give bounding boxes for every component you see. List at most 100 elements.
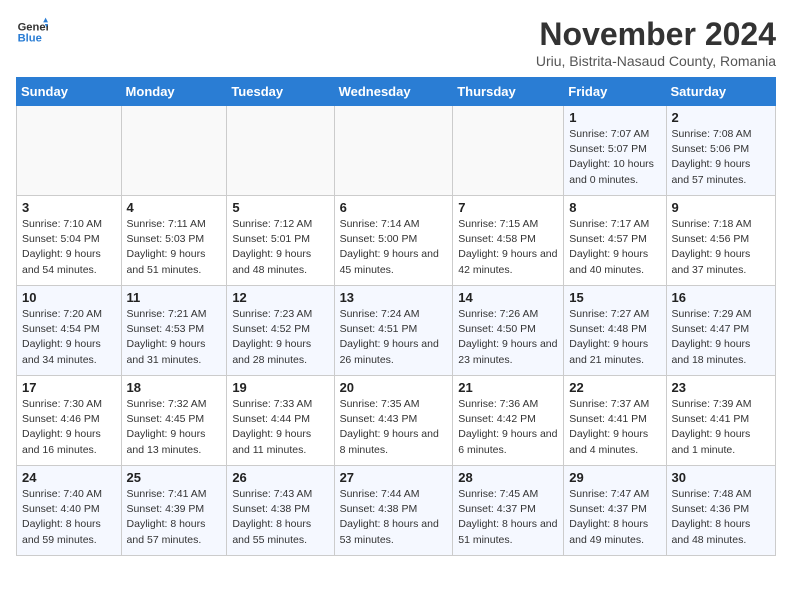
weekday-header-row: SundayMondayTuesdayWednesdayThursdayFrid… — [17, 78, 776, 106]
day-detail: Sunrise: 7:17 AM Sunset: 4:57 PM Dayligh… — [569, 217, 660, 278]
calendar-week-row: 3 Sunrise: 7:10 AM Sunset: 5:04 PM Daylig… — [17, 196, 776, 286]
day-detail: Sunrise: 7:45 AM Sunset: 4:37 PM Dayligh… — [458, 487, 558, 548]
calendar-cell: 22 Sunrise: 7:37 AM Sunset: 4:41 PM Dayli… — [564, 376, 666, 466]
day-detail: Sunrise: 7:14 AM Sunset: 5:00 PM Dayligh… — [340, 217, 448, 278]
calendar-cell: 19 Sunrise: 7:33 AM Sunset: 4:44 PM Dayli… — [227, 376, 334, 466]
logo: General Blue — [16, 16, 48, 48]
calendar-cell: 17 Sunrise: 7:30 AM Sunset: 4:46 PM Dayli… — [17, 376, 122, 466]
day-detail: Sunrise: 7:30 AM Sunset: 4:46 PM Dayligh… — [22, 397, 116, 458]
day-detail: Sunrise: 7:47 AM Sunset: 4:37 PM Dayligh… — [569, 487, 660, 548]
calendar-cell: 27 Sunrise: 7:44 AM Sunset: 4:38 PM Dayli… — [334, 466, 453, 556]
day-detail: Sunrise: 7:29 AM Sunset: 4:47 PM Dayligh… — [672, 307, 770, 368]
svg-text:Blue: Blue — [18, 33, 42, 45]
day-number: 2 — [672, 110, 770, 125]
calendar-body: 1Sunrise: 7:07 AM Sunset: 5:07 PM Daylig… — [17, 106, 776, 556]
day-number: 8 — [569, 200, 660, 215]
calendar-cell: 21 Sunrise: 7:36 AM Sunset: 4:42 PM Dayli… — [453, 376, 564, 466]
day-detail: Sunrise: 7:23 AM Sunset: 4:52 PM Dayligh… — [232, 307, 328, 368]
calendar-cell: 15 Sunrise: 7:27 AM Sunset: 4:48 PM Dayli… — [564, 286, 666, 376]
calendar-cell — [121, 106, 227, 196]
day-detail: Sunrise: 7:18 AM Sunset: 4:56 PM Dayligh… — [672, 217, 770, 278]
calendar-week-row: 10 Sunrise: 7:20 AM Sunset: 4:54 PM Dayli… — [17, 286, 776, 376]
day-number: 4 — [127, 200, 222, 215]
day-detail: Sunrise: 7:41 AM Sunset: 4:39 PM Dayligh… — [127, 487, 222, 548]
day-number: 9 — [672, 200, 770, 215]
day-number: 29 — [569, 470, 660, 485]
calendar-cell: 5 Sunrise: 7:12 AM Sunset: 5:01 PM Daylig… — [227, 196, 334, 286]
day-detail: Sunrise: 7:40 AM Sunset: 4:40 PM Dayligh… — [22, 487, 116, 548]
month-title: November 2024 — [536, 16, 776, 53]
day-detail: Sunrise: 7:33 AM Sunset: 4:44 PM Dayligh… — [232, 397, 328, 458]
calendar-cell: 8 Sunrise: 7:17 AM Sunset: 4:57 PM Daylig… — [564, 196, 666, 286]
calendar-cell: 1Sunrise: 7:07 AM Sunset: 5:07 PM Daylig… — [564, 106, 666, 196]
day-number: 14 — [458, 290, 558, 305]
calendar-cell: 3 Sunrise: 7:10 AM Sunset: 5:04 PM Daylig… — [17, 196, 122, 286]
day-detail: Sunrise: 7:21 AM Sunset: 4:53 PM Dayligh… — [127, 307, 222, 368]
day-number: 30 — [672, 470, 770, 485]
day-number: 5 — [232, 200, 328, 215]
calendar-cell: 4 Sunrise: 7:11 AM Sunset: 5:03 PM Daylig… — [121, 196, 227, 286]
calendar-cell: 24 Sunrise: 7:40 AM Sunset: 4:40 PM Dayli… — [17, 466, 122, 556]
calendar-cell — [453, 106, 564, 196]
calendar-cell: 9 Sunrise: 7:18 AM Sunset: 4:56 PM Daylig… — [666, 196, 775, 286]
day-detail: Sunrise: 7:26 AM Sunset: 4:50 PM Dayligh… — [458, 307, 558, 368]
calendar-cell: 14 Sunrise: 7:26 AM Sunset: 4:50 PM Dayli… — [453, 286, 564, 376]
weekday-header-cell: Saturday — [666, 78, 775, 106]
calendar-cell — [17, 106, 122, 196]
calendar-week-row: 1Sunrise: 7:07 AM Sunset: 5:07 PM Daylig… — [17, 106, 776, 196]
calendar-cell: 7Sunrise: 7:15 AM Sunset: 4:58 PM Daylig… — [453, 196, 564, 286]
logo-icon: General Blue — [16, 16, 48, 48]
calendar-cell: 10 Sunrise: 7:20 AM Sunset: 4:54 PM Dayli… — [17, 286, 122, 376]
calendar-cell: 29 Sunrise: 7:47 AM Sunset: 4:37 PM Dayli… — [564, 466, 666, 556]
day-detail: Sunrise: 7:35 AM Sunset: 4:43 PM Dayligh… — [340, 397, 448, 458]
weekday-header-cell: Tuesday — [227, 78, 334, 106]
calendar-cell: 25 Sunrise: 7:41 AM Sunset: 4:39 PM Dayli… — [121, 466, 227, 556]
day-detail: Sunrise: 7:37 AM Sunset: 4:41 PM Dayligh… — [569, 397, 660, 458]
day-detail: Sunrise: 7:48 AM Sunset: 4:36 PM Dayligh… — [672, 487, 770, 548]
calendar-cell: 16 Sunrise: 7:29 AM Sunset: 4:47 PM Dayli… — [666, 286, 775, 376]
day-detail: Sunrise: 7:27 AM Sunset: 4:48 PM Dayligh… — [569, 307, 660, 368]
day-number: 22 — [569, 380, 660, 395]
calendar-cell: 12 Sunrise: 7:23 AM Sunset: 4:52 PM Dayli… — [227, 286, 334, 376]
calendar-cell: 28 Sunrise: 7:45 AM Sunset: 4:37 PM Dayli… — [453, 466, 564, 556]
calendar-cell: 13 Sunrise: 7:24 AM Sunset: 4:51 PM Dayli… — [334, 286, 453, 376]
day-number: 13 — [340, 290, 448, 305]
day-number: 18 — [127, 380, 222, 395]
day-number: 21 — [458, 380, 558, 395]
day-detail: Sunrise: 7:36 AM Sunset: 4:42 PM Dayligh… — [458, 397, 558, 458]
day-detail: Sunrise: 7:11 AM Sunset: 5:03 PM Dayligh… — [127, 217, 222, 278]
day-number: 23 — [672, 380, 770, 395]
day-detail: Sunrise: 7:44 AM Sunset: 4:38 PM Dayligh… — [340, 487, 448, 548]
weekday-header-cell: Monday — [121, 78, 227, 106]
day-number: 11 — [127, 290, 222, 305]
day-detail: Sunrise: 7:07 AM Sunset: 5:07 PM Dayligh… — [569, 127, 660, 188]
day-number: 28 — [458, 470, 558, 485]
day-detail: Sunrise: 7:10 AM Sunset: 5:04 PM Dayligh… — [22, 217, 116, 278]
day-detail: Sunrise: 7:08 AM Sunset: 5:06 PM Dayligh… — [672, 127, 770, 188]
day-number: 20 — [340, 380, 448, 395]
day-number: 17 — [22, 380, 116, 395]
weekday-header-cell: Thursday — [453, 78, 564, 106]
day-number: 25 — [127, 470, 222, 485]
day-detail: Sunrise: 7:15 AM Sunset: 4:58 PM Dayligh… — [458, 217, 558, 278]
day-number: 6 — [340, 200, 448, 215]
calendar-cell: 6 Sunrise: 7:14 AM Sunset: 5:00 PM Daylig… — [334, 196, 453, 286]
calendar-cell: 26Sunrise: 7:43 AM Sunset: 4:38 PM Dayli… — [227, 466, 334, 556]
day-number: 27 — [340, 470, 448, 485]
calendar-cell: 20 Sunrise: 7:35 AM Sunset: 4:43 PM Dayli… — [334, 376, 453, 466]
weekday-header-cell: Wednesday — [334, 78, 453, 106]
day-number: 24 — [22, 470, 116, 485]
day-detail: Sunrise: 7:24 AM Sunset: 4:51 PM Dayligh… — [340, 307, 448, 368]
day-detail: Sunrise: 7:12 AM Sunset: 5:01 PM Dayligh… — [232, 217, 328, 278]
day-number: 3 — [22, 200, 116, 215]
day-number: 12 — [232, 290, 328, 305]
calendar-cell: 30 Sunrise: 7:48 AM Sunset: 4:36 PM Dayli… — [666, 466, 775, 556]
day-detail: Sunrise: 7:20 AM Sunset: 4:54 PM Dayligh… — [22, 307, 116, 368]
day-number: 15 — [569, 290, 660, 305]
day-number: 16 — [672, 290, 770, 305]
day-number: 10 — [22, 290, 116, 305]
day-number: 19 — [232, 380, 328, 395]
day-detail: Sunrise: 7:32 AM Sunset: 4:45 PM Dayligh… — [127, 397, 222, 458]
header: General Blue November 2024 Uriu, Bistrit… — [16, 16, 776, 69]
title-area: November 2024 Uriu, Bistrita-Nasaud Coun… — [536, 16, 776, 69]
